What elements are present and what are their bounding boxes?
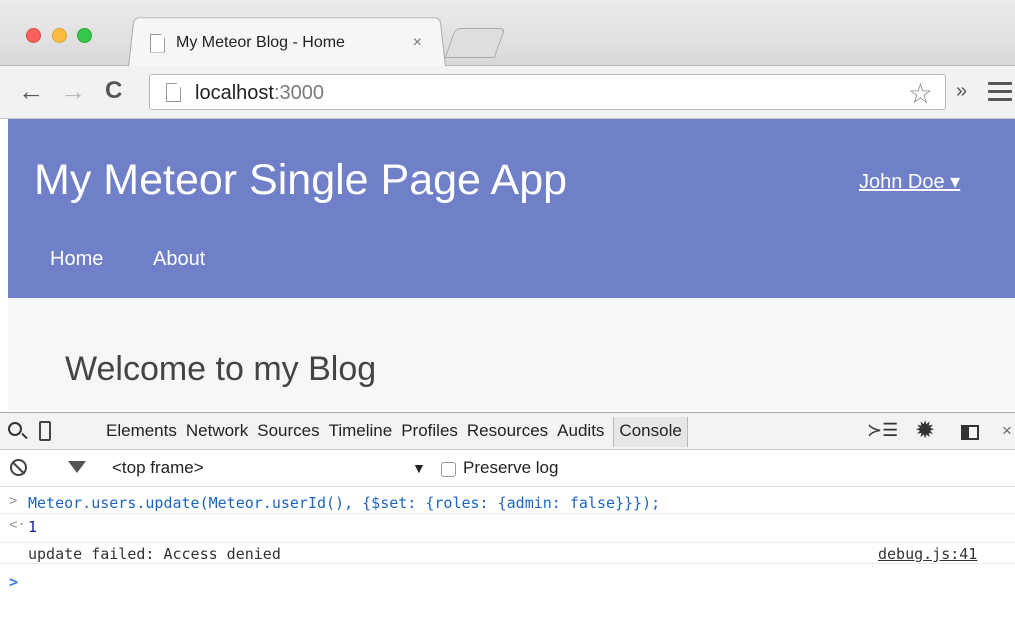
filter-icon[interactable] [68,461,86,473]
nav-about-link[interactable]: About [153,248,205,271]
tab-elements[interactable]: Elements [106,421,177,447]
devtools-tabs: Elements Network Sources Timeline Profil… [106,417,697,447]
frame-selector[interactable]: <top frame> [112,458,204,478]
maximize-window-button[interactable] [77,28,92,43]
new-tab-button[interactable] [444,28,506,58]
url-host: localhost [195,82,274,104]
page-icon [166,83,181,102]
bookmark-star-icon[interactable]: ☆ [908,77,933,110]
address-bar[interactable]: localhost:3000 ☆ [149,74,946,110]
console-filter-bar: <top frame> ▼ Preserve log [0,450,1015,487]
show-drawer-icon[interactable]: ≻☰ [867,420,898,441]
url-text[interactable]: localhost:3000 [195,82,324,105]
url-port: :3000 [273,82,324,104]
browser-titlebar: My Meteor Blog - Home × [0,0,1015,68]
console-command: Meteor.users.update(Meteor.userId(), {$s… [28,494,661,512]
reload-icon[interactable]: C [105,78,122,104]
tab-profiles[interactable]: Profiles [401,421,458,447]
chevron-down-icon[interactable]: ▼ [412,460,426,476]
dock-side-icon[interactable] [961,425,979,440]
devtools-toolbar: Elements Network Sources Timeline Profil… [0,412,1015,450]
tab-sources[interactable]: Sources [257,421,319,447]
console-result-line: <· 1 [0,516,1015,538]
browser-toolbar: ← → C localhost:3000 ☆ » [0,66,1015,119]
tab-resources[interactable]: Resources [467,421,548,447]
tab-timeline[interactable]: Timeline [329,421,393,447]
tab-network[interactable]: Network [186,421,248,447]
hamburger-menu-icon[interactable] [988,82,1012,102]
minimize-window-button[interactable] [52,28,67,43]
forward-arrow-icon[interactable]: → [60,78,86,104]
console-error-message: update failed: Access denied [28,545,281,563]
tab-close-icon[interactable]: × [413,34,422,52]
preserve-log-label[interactable]: Preserve log [463,458,558,478]
result-prompt-icon: <· [9,517,26,533]
input-prompt-icon: > [9,573,19,591]
tab-console[interactable]: Console [613,417,688,447]
console-input-line[interactable]: > [0,572,1015,594]
console-result: 1 [28,518,38,536]
console-output: > Meteor.users.update(Meteor.userId(), {… [0,488,1015,636]
close-window-button[interactable] [26,28,41,43]
page-content: Welcome to my Blog [8,298,1015,410]
site-brand[interactable]: My Meteor Single Page App [34,156,567,205]
site-header: My Meteor Single Page App John Doe ▾ Hom… [8,119,1015,298]
preserve-log-checkbox[interactable] [441,462,456,477]
clear-console-icon[interactable] [10,459,27,476]
device-mode-icon[interactable] [39,421,51,441]
tab-title: My Meteor Blog - Home [176,34,345,51]
console-error-line: update failed: Access denied debug.js:41 [0,542,1015,564]
gear-icon[interactable]: ✹ [915,416,935,445]
nav-home-link[interactable]: Home [50,248,103,271]
console-command-line: > Meteor.users.update(Meteor.userId(), {… [0,492,1015,514]
inspect-search-icon[interactable] [8,422,22,436]
browser-tab-content[interactable]: My Meteor Blog - Home × [150,30,440,56]
command-prompt-icon: > [9,493,18,509]
extensions-overflow-icon[interactable]: » [956,80,967,103]
error-source-link[interactable]: debug.js:41 [878,545,977,563]
page-title: Welcome to my Blog [65,350,377,388]
page-icon [150,33,165,53]
close-devtools-icon[interactable]: × [1002,421,1012,441]
user-menu-link[interactable]: John Doe ▾ [859,169,960,194]
back-arrow-icon[interactable]: ← [18,78,44,104]
tab-audits[interactable]: Audits [557,421,604,447]
